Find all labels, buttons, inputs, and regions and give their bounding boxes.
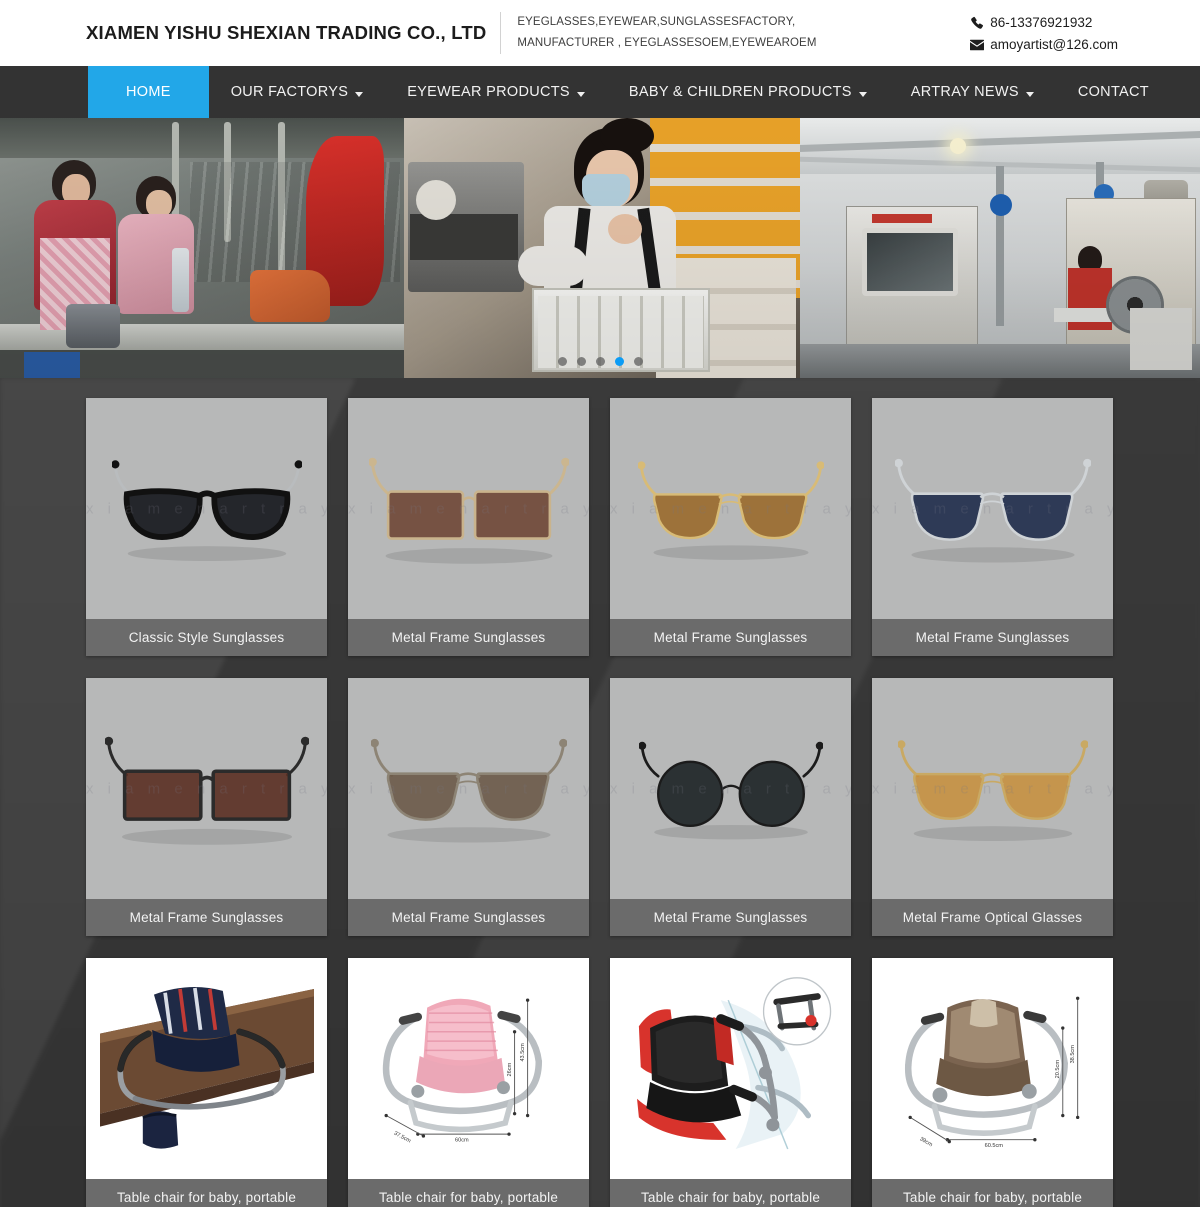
phone-icon	[969, 16, 984, 31]
contact-email[interactable]: amoyartist@126.com	[969, 34, 1118, 56]
nav-item-label: CONTACT	[1077, 84, 1149, 100]
baby-table-chair-image: 43.5cm 26cm 60cm 37.5cm	[361, 974, 576, 1164]
product-title: Table chair for baby, portable	[86, 1179, 327, 1207]
sunglasses-image	[368, 448, 569, 570]
product-thumbnail[interactable]: x i a m e n a r t r a y . c o m	[610, 678, 851, 899]
product-title: Metal Frame Optical Glasses	[872, 899, 1113, 936]
svg-text:20.5cm: 20.5cm	[1055, 1059, 1061, 1078]
company-name: XIAMEN YISHU SHEXIAN TRADING CO., LTD	[86, 22, 487, 43]
sunglasses-image	[638, 733, 823, 845]
sunglasses-image	[637, 452, 824, 565]
nav-item-label: BABY & CHILDREN PRODUCTS	[628, 84, 852, 100]
sunglasses-image	[897, 731, 1088, 847]
carousel-pagination[interactable]	[0, 357, 1200, 366]
svg-text:60cm: 60cm	[455, 1137, 469, 1143]
product-card[interactable]: x i a m e n a r t r a y . c o mMetal Fra…	[86, 678, 327, 936]
product-card[interactable]: Table chair for baby, portable	[86, 958, 327, 1207]
products-section: x i a m e n a r t r a y . c o mClassic S…	[0, 378, 1200, 1207]
carousel-slide-2	[404, 118, 800, 378]
product-card[interactable]: x i a m e n a r t r a y . c o mMetal Fra…	[872, 678, 1113, 936]
product-title: Table chair for baby, portable	[348, 1179, 589, 1207]
product-thumbnail[interactable]: 43.5cm 26cm 60cm 37.5cm	[348, 958, 589, 1179]
product-thumbnail[interactable]: x i a m e n a r t r a y . c o m	[348, 398, 589, 619]
svg-text:38.5cm: 38.5cm	[1069, 1044, 1075, 1063]
product-title: Metal Frame Sunglasses	[348, 619, 589, 656]
baby-table-chair-image: 38.5cm 20.5cm 60.5cm 39cm	[885, 974, 1100, 1164]
carousel-dot-1[interactable]	[557, 357, 567, 366]
site-header: XIAMEN YISHU SHEXIAN TRADING CO., LTD EY…	[0, 0, 1200, 66]
header-tagline: EYEGLASSES,EYEWEAR,SUNGLASSESFACTORY, MA…	[517, 12, 816, 54]
product-title: Metal Frame Sunglasses	[610, 619, 851, 656]
carousel-dot-2[interactable]	[576, 357, 586, 366]
sunglasses-image	[104, 727, 309, 851]
header-divider	[500, 12, 502, 54]
nav-item-contact[interactable]: CONTACT	[1056, 66, 1171, 118]
carousel-slide-3	[800, 118, 1200, 378]
product-title: Metal Frame Sunglasses	[610, 899, 851, 936]
nav-item-artray-news[interactable]: ARTRAY NEWS	[889, 66, 1056, 118]
header-contact: 86-13376921932 amoyartist@126.com	[969, 12, 1118, 56]
email-address: amoyartist@126.com	[990, 37, 1118, 52]
product-title: Table chair for baby, portable	[610, 1179, 851, 1207]
tagline-line-1: EYEGLASSES,EYEWEAR,SUNGLASSESFACTORY,	[517, 16, 796, 28]
product-title: Metal Frame Sunglasses	[348, 899, 589, 936]
product-card[interactable]: x i a m e n a r t r a y . c o mMetal Fra…	[610, 678, 851, 936]
carousel-dot-3[interactable]	[595, 357, 605, 366]
product-card[interactable]: x i a m e n a r t r a y . c o mClassic S…	[86, 398, 327, 656]
nav-item-home[interactable]: HOME	[88, 66, 209, 118]
chevron-down-icon	[1025, 91, 1034, 97]
envelope-icon	[969, 38, 984, 53]
product-thumbnail[interactable]: x i a m e n a r t r a y . c o m	[348, 678, 589, 899]
chevron-down-icon	[355, 91, 364, 97]
product-thumbnail[interactable]: x i a m e n a r t r a y . c o m	[872, 678, 1113, 899]
product-thumbnail[interactable]: x i a m e n a r t r a y . c o m	[86, 398, 327, 619]
carousel-dot-4[interactable]	[614, 357, 624, 366]
nav-item-label: HOME	[126, 84, 171, 100]
product-grid: x i a m e n a r t r a y . c o mClassic S…	[86, 378, 1114, 1207]
product-card[interactable]: Table chair for baby, portable	[610, 958, 851, 1207]
hero-carousel[interactable]	[0, 118, 1200, 378]
carousel-dot-5[interactable]	[633, 357, 643, 366]
nav-item-label: OUR FACTORYS	[230, 84, 349, 100]
tagline-line-2: MANUFACTURER , EYEGLASSESOEM,EYEWEAROEM	[517, 37, 817, 49]
product-card[interactable]: x i a m e n a r t r a y . c o mMetal Fra…	[610, 398, 851, 656]
chevron-down-icon	[858, 91, 867, 97]
nav-item-baby-children-products[interactable]: BABY & CHILDREN PRODUCTS	[607, 66, 889, 118]
product-title: Metal Frame Sunglasses	[872, 619, 1113, 656]
product-card[interactable]: 38.5cm 20.5cm 60.5cm 39cm Table chair fo…	[872, 958, 1113, 1207]
product-title: Classic Style Sunglasses	[86, 619, 327, 656]
sunglasses-image	[370, 729, 567, 848]
product-title: Metal Frame Sunglasses	[86, 899, 327, 936]
product-thumbnail[interactable]	[86, 958, 327, 1179]
product-title: Table chair for baby, portable	[872, 1179, 1113, 1207]
sunglasses-image	[894, 449, 1091, 568]
carousel-slide-1	[0, 118, 404, 378]
svg-text:60.5cm: 60.5cm	[984, 1143, 1003, 1149]
product-card[interactable]: x i a m e n a r t r a y . c o mMetal Fra…	[348, 678, 589, 936]
sunglasses-image	[111, 451, 302, 567]
product-card[interactable]: x i a m e n a r t r a y . c o mMetal Fra…	[872, 398, 1113, 656]
chevron-down-icon	[576, 91, 585, 97]
contact-phone[interactable]: 86-13376921932	[969, 12, 1118, 34]
baby-table-chair-image	[623, 974, 838, 1164]
product-thumbnail[interactable]: 38.5cm 20.5cm 60.5cm 39cm	[872, 958, 1113, 1179]
main-navigation: HOME OUR FACTORYS EYEWEAR PRODUCTS BABY & C…	[0, 66, 1200, 118]
baby-table-chair-image	[99, 974, 314, 1164]
product-card[interactable]: x i a m e n a r t r a y . c o mMetal Fra…	[348, 398, 589, 656]
product-thumbnail[interactable]: x i a m e n a r t r a y . c o m	[610, 398, 851, 619]
svg-text:43.5cm: 43.5cm	[519, 1042, 525, 1061]
nav-item-eyewear-products[interactable]: EYEWEAR PRODUCTS	[385, 66, 607, 118]
product-thumbnail[interactable]: x i a m e n a r t r a y . c o m	[86, 678, 327, 899]
product-thumbnail[interactable]: x i a m e n a r t r a y . c o m	[872, 398, 1113, 619]
nav-item-label: ARTRAY NEWS	[910, 84, 1019, 100]
product-thumbnail[interactable]	[610, 958, 851, 1179]
nav-item-our-factorys[interactable]: OUR FACTORYS	[209, 66, 385, 118]
svg-text:26cm: 26cm	[506, 1062, 512, 1076]
phone-number: 86-13376921932	[990, 15, 1093, 30]
product-card[interactable]: 43.5cm 26cm 60cm 37.5cm Table chair for …	[348, 958, 589, 1207]
nav-item-label: EYEWEAR PRODUCTS	[407, 84, 570, 100]
